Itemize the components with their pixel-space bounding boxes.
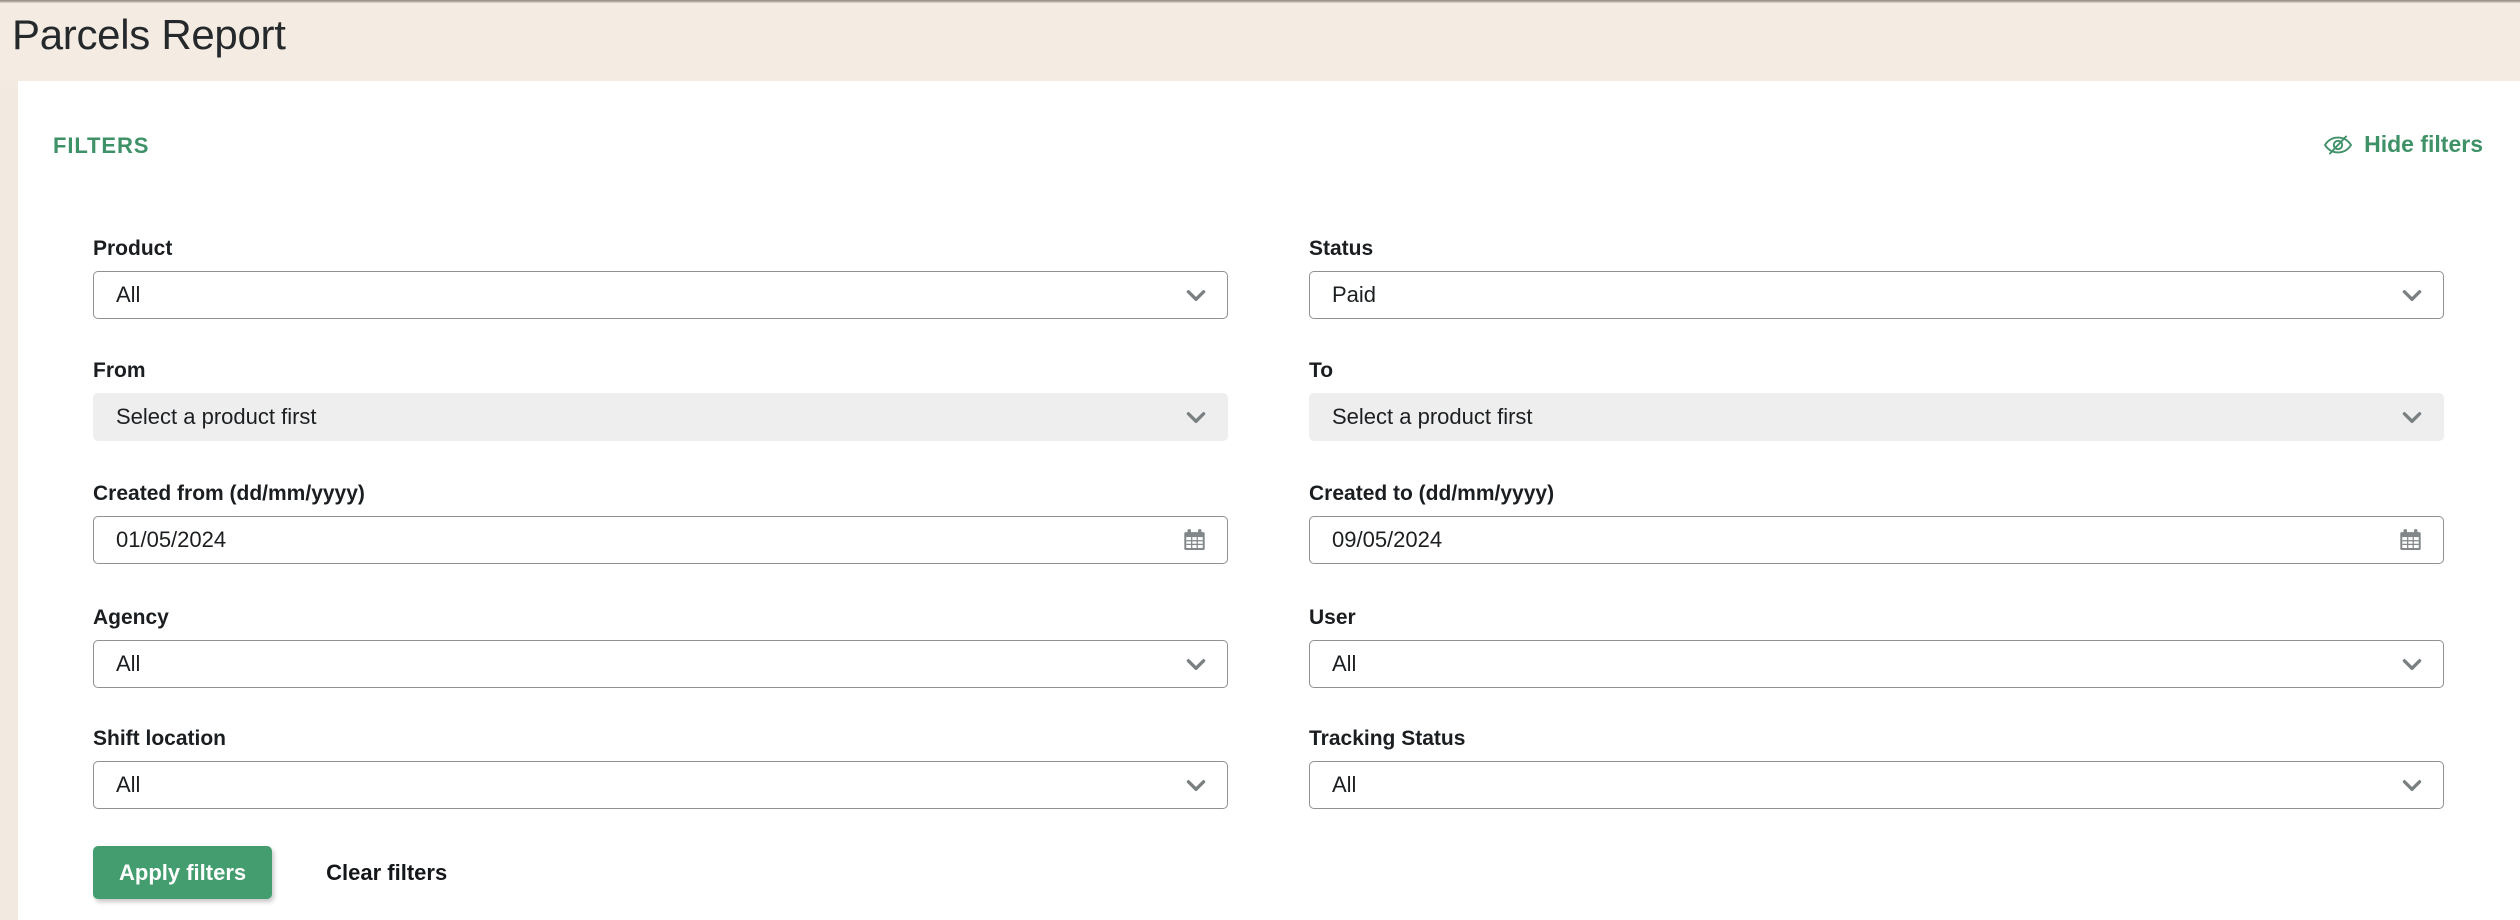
status-select-value: Paid <box>1332 282 1377 307</box>
filter-actions: Apply filters Clear filters <box>93 846 447 899</box>
field-from: From Select a product first <box>93 358 1228 441</box>
product-select-value: All <box>116 282 141 307</box>
page-header: Parcels Report <box>0 3 2520 81</box>
filters-section-title: FILTERS <box>53 133 150 158</box>
field-label-shift-location: Shift location <box>93 727 226 750</box>
user-select[interactable]: All <box>1309 640 2444 688</box>
field-to: To Select a product first <box>1309 358 2444 441</box>
field-status: Status Paid <box>1309 236 2444 319</box>
field-label-agency: Agency <box>93 606 169 629</box>
field-label-product: Product <box>93 237 173 260</box>
field-agency: Agency All <box>93 605 1228 688</box>
field-label-status: Status <box>1309 237 1374 260</box>
created-to-date-value: 09/05/2024 <box>1332 527 1443 552</box>
tracking-status-select[interactable]: All <box>1309 761 2444 809</box>
field-label-tracking-status: Tracking Status <box>1309 727 1466 750</box>
clear-filters-button[interactable]: Clear filters <box>326 860 447 886</box>
from-select-value: Select a product first <box>116 404 317 429</box>
field-shift-location: Shift location All <box>93 726 1228 809</box>
agency-select[interactable]: All <box>93 640 1228 688</box>
field-tracking-status: Tracking Status All <box>1309 726 2444 809</box>
field-label-to: To <box>1309 359 1334 382</box>
field-label-user: User <box>1309 606 1356 629</box>
field-created-from: Created from (dd/mm/yyyy) 01/05/2024 <box>93 481 1228 564</box>
filters-header: FILTERS Hide filters <box>18 131 2520 171</box>
page-title: Parcels Report <box>12 11 286 58</box>
product-select[interactable]: All <box>93 271 1228 319</box>
to-select-value: Select a product first <box>1332 404 1533 429</box>
tracking-status-select-value: All <box>1332 772 1357 797</box>
from-select[interactable]: Select a product first <box>93 393 1228 441</box>
created-from-date-value: 01/05/2024 <box>116 527 227 552</box>
shift-location-select-value: All <box>116 772 141 797</box>
to-select[interactable]: Select a product first <box>1309 393 2444 441</box>
field-label-created-to: Created to (dd/mm/yyyy) <box>1309 482 1555 505</box>
user-select-value: All <box>1332 651 1357 676</box>
hide-filters-label: Hide filters <box>2364 131 2483 157</box>
field-label-from: From <box>93 359 146 382</box>
shift-location-select[interactable]: All <box>93 761 1228 809</box>
field-product: Product All <box>93 236 1228 319</box>
agency-select-value: All <box>116 651 141 676</box>
status-select[interactable]: Paid <box>1309 271 2444 319</box>
hide-filters-button[interactable]: Hide filters <box>2323 131 2483 158</box>
apply-filters-button[interactable]: Apply filters <box>93 846 273 899</box>
eye-slash-icon <box>2323 133 2353 157</box>
field-label-created-from: Created from (dd/mm/yyyy) <box>93 482 365 505</box>
filters-card: FILTERS Hide filters Product All Status … <box>18 81 2520 920</box>
field-user: User All <box>1309 605 2444 688</box>
created-to-date-input[interactable]: 09/05/2024 <box>1309 516 2444 564</box>
created-from-date-input[interactable]: 01/05/2024 <box>93 516 1228 564</box>
field-created-to: Created to (dd/mm/yyyy) 09/05/2024 <box>1309 481 2444 564</box>
